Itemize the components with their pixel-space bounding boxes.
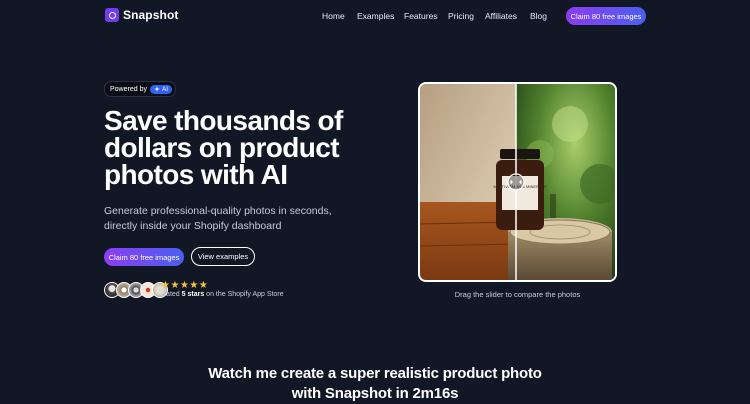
nav-blog[interactable]: Blog [530,11,547,21]
top-nav: Snapshot Home Examples Features Pricing … [0,0,750,32]
logo[interactable]: Snapshot [105,8,178,22]
rating-stars: ★★★★★ [161,280,208,291]
rating-value: 5 stars [181,291,205,298]
star-icon: ★ [170,280,180,291]
badge-text: Powered by [110,85,147,93]
star-icon: ★ [189,280,199,291]
photo-compare-slider[interactable]: MULTIVITAMIN & MINERALS [418,82,617,282]
watch-section-title: Watch me create a super realistic produc… [0,364,750,404]
hero-subtitle: Generate professional-quality photos in … [104,205,332,232]
ai-pill: AI [149,84,173,94]
brand-name: Snapshot [123,8,179,22]
claim-free-images-button[interactable]: Claim 80 free images [566,7,646,25]
view-examples-button[interactable]: View examples [191,247,255,266]
star-icon: ★ [198,280,209,291]
sparkle-icon [153,86,160,92]
compare-caption: Drag the slider to compare the photos [454,290,581,299]
customer-avatars [104,282,168,298]
slider-handle[interactable] [507,173,525,191]
camera-icon [105,8,119,22]
star-icon: ★ [179,280,190,291]
rating-prefix: Rated [161,291,180,298]
nav-features[interactable]: Features [404,11,438,21]
nav-home[interactable]: Home [322,11,345,21]
powered-by-ai-badge: Powered by AI [104,81,177,97]
hero-title: Save thousands of dollars on product pho… [104,105,343,190]
watch-title-line-1: Watch me create a super realistic produc… [208,365,542,382]
nav-affiliates[interactable]: Affiliates [485,11,517,21]
rating-text: Rated 5 stars on the Shopify App Store [161,291,284,298]
claim-free-images-hero-button[interactable]: Claim 80 free images [104,248,184,266]
nav-pricing[interactable]: Pricing [448,11,474,21]
nav-examples[interactable]: Examples [357,11,394,21]
ai-label: AI [161,85,169,93]
rating-suffix: on the Shopify App Store [206,291,284,298]
watch-title-line-2: with Snapshot in 2m16s [291,385,459,402]
compare-image: MULTIVITAMIN & MINERALS [420,84,615,280]
